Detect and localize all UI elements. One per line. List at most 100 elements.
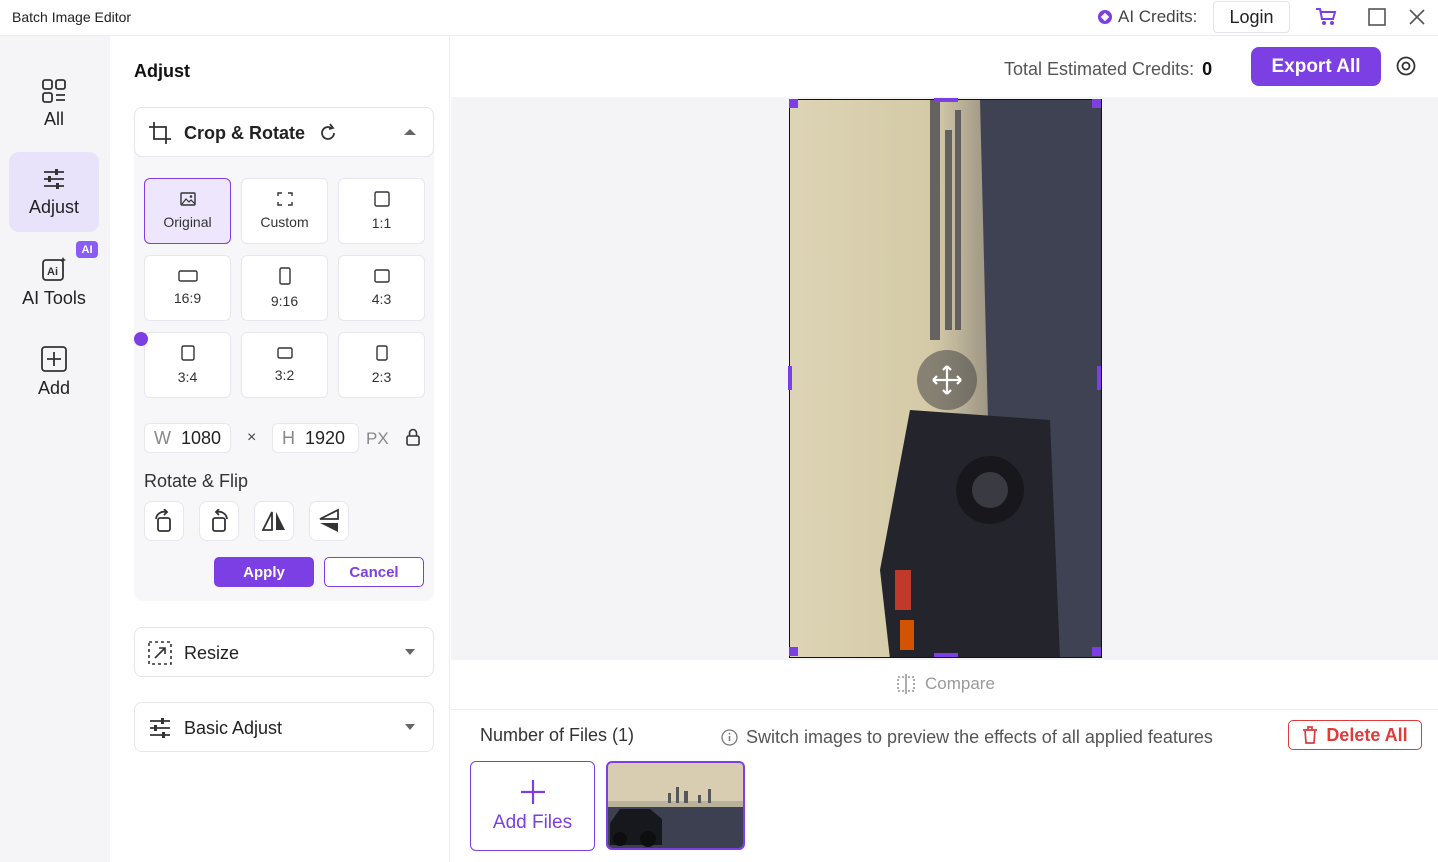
crop-rotate-section: Crop & Rotate Original Custom 1:1 16:9 9…	[134, 107, 434, 601]
cancel-button[interactable]: Cancel	[324, 557, 424, 587]
chevron-up-icon[interactable]	[404, 128, 416, 136]
compare-label: Compare	[925, 674, 995, 693]
rotate-left-icon	[212, 509, 228, 532]
ratio-label: 16:9	[173, 290, 202, 306]
crop-edge-bottom[interactable]	[934, 653, 958, 657]
total-credits-value: 0	[1202, 59, 1213, 79]
crop-rotate-header[interactable]: Crop & Rotate	[134, 107, 434, 157]
crop-handle-bottom-left[interactable]	[789, 647, 798, 656]
ratio-3-4[interactable]: 3:4	[144, 332, 231, 398]
rect-icon	[373, 269, 390, 283]
ratio-label: 4:3	[371, 291, 392, 307]
resize-icon	[148, 641, 172, 665]
compare-icon	[897, 674, 915, 694]
svg-text:Ai: Ai	[47, 266, 58, 278]
rect-icon	[180, 345, 195, 361]
export-all-button[interactable]: Export All	[1251, 47, 1381, 86]
width-field[interactable]: W 1080	[144, 423, 231, 453]
premium-marker-icon	[134, 332, 148, 346]
unit-label: PX	[366, 429, 389, 448]
cart-icon[interactable]	[1315, 6, 1337, 28]
crop-rotate-label: Crop & Rotate	[184, 123, 305, 143]
basic-adjust-section[interactable]: Basic Adjust	[134, 702, 434, 752]
ratio-4-3[interactable]: 4:3	[338, 255, 425, 321]
rail-item-all[interactable]: All	[9, 64, 99, 144]
login-button[interactable]: Login	[1213, 1, 1290, 33]
chevron-down-icon	[405, 649, 415, 655]
rotate-left-button[interactable]	[199, 501, 239, 541]
files-count: Number of Files (1)	[480, 725, 635, 745]
ai-credits-label: AI Credits:	[1118, 7, 1198, 26]
move-icon[interactable]	[917, 350, 977, 410]
ai-badge: AI	[76, 241, 98, 258]
total-credits-label: Total Estimated Credits:	[1004, 59, 1195, 79]
file-thumbnail[interactable]	[606, 761, 745, 850]
width-key: W	[154, 427, 171, 448]
ratio-label: 9:16	[270, 293, 299, 309]
sliders-icon	[44, 168, 64, 189]
resize-section[interactable]: Resize	[134, 627, 434, 677]
crop-handle-top-left[interactable]	[789, 99, 798, 108]
height-field[interactable]: H 1920	[272, 423, 359, 453]
portrait-icon	[278, 267, 291, 285]
crop-icon	[149, 122, 171, 144]
rotate-right-button[interactable]	[144, 501, 184, 541]
apply-button[interactable]: Apply	[214, 557, 314, 587]
rail-item-adjust[interactable]: Adjust	[9, 152, 99, 232]
ratio-2-3[interactable]: 2:3	[338, 332, 425, 398]
ratio-label: 3:2	[274, 367, 295, 383]
crop-edge-top[interactable]	[934, 98, 958, 102]
ratio-1-1[interactable]: 1:1	[338, 178, 425, 244]
credits-gem-icon	[1098, 10, 1112, 24]
ratio-label: Custom	[260, 214, 309, 230]
chevron-down-icon	[405, 724, 415, 730]
landscape-icon	[177, 270, 198, 282]
info-icon	[721, 729, 738, 746]
add-files-label: Add Files	[492, 812, 573, 833]
width-value: 1080	[181, 427, 222, 448]
gear-icon[interactable]	[1395, 55, 1417, 77]
crop-handle-bottom-right[interactable]	[1092, 647, 1101, 656]
rail-item-label: Adjust	[28, 196, 80, 217]
left-rail: All Adjust Ai AI Tools Add AI	[0, 36, 110, 862]
crop-handle-top-right[interactable]	[1092, 99, 1101, 108]
delete-all-label: Delete All	[1326, 724, 1408, 745]
reset-icon[interactable]	[318, 123, 338, 143]
compare-button[interactable]: Compare	[897, 674, 995, 694]
crop-edge-right[interactable]	[1097, 366, 1101, 390]
lock-icon[interactable]	[406, 428, 420, 446]
rail-item-label: All	[43, 108, 64, 129]
delete-all-button[interactable]: Delete All	[1288, 720, 1422, 750]
preview-hint-text: Switch images to preview the effects of …	[746, 727, 1213, 747]
crop-edge-left[interactable]	[788, 366, 792, 390]
preview-image[interactable]	[789, 99, 1102, 658]
rail-item-add[interactable]: Add	[9, 332, 99, 412]
files-bar: Number of Files (1) Switch images to pre…	[451, 709, 1438, 862]
close-icon[interactable]	[1406, 6, 1428, 28]
rect-icon	[375, 345, 388, 361]
main-area: Total Estimated Credits: 0 Export All Co…	[451, 36, 1438, 862]
trash-icon	[1303, 726, 1318, 744]
maximize-icon[interactable]	[1366, 6, 1388, 28]
ratio-16-9[interactable]: 16:9	[144, 255, 231, 321]
rail-item-label: Add	[37, 377, 71, 398]
ratio-9-16[interactable]: 9:16	[241, 255, 328, 321]
sliders-icon	[150, 718, 170, 738]
add-files-button[interactable]: Add Files	[470, 761, 595, 851]
ai-credits[interactable]: AI Credits:	[1098, 7, 1197, 27]
total-credits: Total Estimated Credits: 0	[1004, 59, 1212, 80]
app-title: Batch Image Editor	[12, 9, 132, 25]
ratio-3-2[interactable]: 3:2	[241, 332, 328, 398]
ratio-original[interactable]: Original	[144, 178, 231, 244]
rail-item-label: AI Tools	[22, 287, 86, 308]
resize-label: Resize	[184, 643, 240, 663]
title-bar: Batch Image Editor AI Credits: Login	[0, 0, 1438, 36]
plus-icon	[520, 780, 545, 804]
height-key: H	[282, 427, 295, 448]
rotate-right-icon	[155, 509, 171, 532]
ratio-custom[interactable]: Custom	[241, 178, 328, 244]
preview-hint: Switch images to preview the effects of …	[721, 727, 1213, 748]
flip-horizontal-button[interactable]	[254, 501, 294, 541]
flip-vertical-icon	[319, 508, 339, 532]
flip-vertical-button[interactable]	[309, 501, 349, 541]
